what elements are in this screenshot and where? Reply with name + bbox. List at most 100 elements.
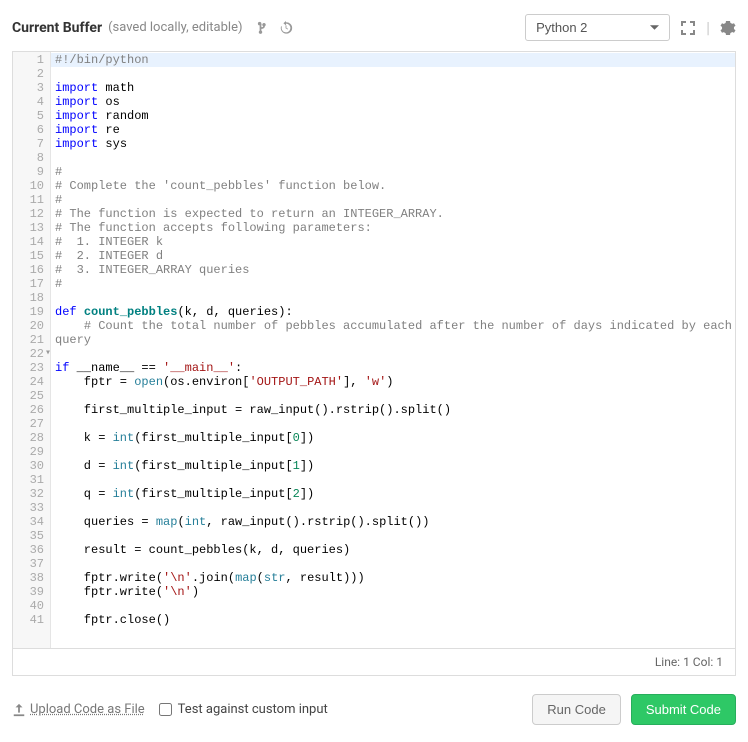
status-bar: Line: 1 Col: 1 bbox=[12, 649, 736, 676]
code-line[interactable]: # Count the total number of pebbles accu… bbox=[51, 319, 735, 347]
code-line[interactable]: #!/bin/python bbox=[51, 53, 735, 67]
branch-icon[interactable] bbox=[257, 21, 271, 35]
code-line[interactable]: # bbox=[51, 193, 735, 207]
language-select[interactable]: Python 2 bbox=[525, 14, 670, 41]
footer: Upload Code as File Test against custom … bbox=[12, 676, 736, 725]
code-line[interactable]: # bbox=[51, 165, 735, 179]
code-line[interactable]: q = int(first_multiple_input[2]) bbox=[51, 487, 735, 501]
line-number: 17 bbox=[13, 277, 50, 291]
code-line[interactable]: # The function is expected to return an … bbox=[51, 207, 735, 221]
code-line[interactable]: # 1. INTEGER k bbox=[51, 235, 735, 249]
code-line[interactable]: # bbox=[51, 277, 735, 291]
history-icon[interactable] bbox=[279, 21, 293, 35]
fullscreen-icon[interactable] bbox=[680, 20, 696, 36]
code-line[interactable] bbox=[51, 67, 735, 81]
code-line[interactable]: k = int(first_multiple_input[0]) bbox=[51, 431, 735, 445]
code-line[interactable]: if __name__ == '__main__': bbox=[51, 361, 735, 375]
custom-input-checkbox[interactable] bbox=[159, 703, 172, 716]
line-number: 31 bbox=[13, 473, 50, 487]
line-number: 7 bbox=[13, 137, 50, 151]
line-number: 41 bbox=[13, 613, 50, 627]
line-number: 22 bbox=[13, 347, 50, 361]
code-line[interactable] bbox=[51, 529, 735, 543]
line-number: 3 bbox=[13, 81, 50, 95]
code-line[interactable]: fptr.close() bbox=[51, 613, 735, 627]
line-number: 30 bbox=[13, 459, 50, 473]
code-line[interactable] bbox=[51, 599, 735, 613]
code-line[interactable] bbox=[51, 347, 735, 361]
code-line[interactable] bbox=[51, 389, 735, 403]
run-code-button[interactable]: Run Code bbox=[532, 694, 621, 725]
code-line[interactable]: result = count_pebbles(k, d, queries) bbox=[51, 543, 735, 557]
code-line[interactable] bbox=[51, 557, 735, 571]
code-line[interactable] bbox=[51, 445, 735, 459]
footer-left: Upload Code as File Test against custom … bbox=[12, 702, 328, 717]
code-area[interactable]: #!/bin/pythonimport mathimport osimport … bbox=[51, 52, 735, 648]
line-number: 39 bbox=[13, 585, 50, 599]
upload-code-link[interactable]: Upload Code as File bbox=[12, 702, 145, 717]
line-number: 1 bbox=[13, 53, 50, 67]
line-number: 32 bbox=[13, 487, 50, 501]
custom-input-checkbox-wrap[interactable]: Test against custom input bbox=[159, 702, 328, 717]
line-number: 15 bbox=[13, 249, 50, 263]
line-number: 2 bbox=[13, 67, 50, 81]
line-number: 40 bbox=[13, 599, 50, 613]
line-number: 4 bbox=[13, 95, 50, 109]
buffer-subtitle: (saved locally, editable) bbox=[108, 20, 242, 35]
code-line[interactable]: import math bbox=[51, 81, 735, 95]
line-number: 12 bbox=[13, 207, 50, 221]
footer-right: Run Code Submit Code bbox=[532, 694, 736, 725]
code-line[interactable]: first_multiple_input = raw_input().rstri… bbox=[51, 403, 735, 417]
editor-header: Current Buffer (saved locally, editable)… bbox=[12, 10, 736, 51]
code-line[interactable]: # 3. INTEGER_ARRAY queries bbox=[51, 263, 735, 277]
code-line[interactable] bbox=[51, 501, 735, 515]
buffer-title: Current Buffer bbox=[12, 20, 102, 36]
code-line[interactable] bbox=[51, 627, 735, 641]
line-number: 9 bbox=[13, 165, 50, 179]
code-line[interactable]: # 2. INTEGER d bbox=[51, 249, 735, 263]
line-number: 6 bbox=[13, 123, 50, 137]
line-number: 11 bbox=[13, 193, 50, 207]
code-line[interactable]: fptr.write('\n') bbox=[51, 585, 735, 599]
line-number: 20 bbox=[13, 319, 50, 333]
line-number: 34 bbox=[13, 515, 50, 529]
line-number: 24 bbox=[13, 375, 50, 389]
line-number: 33 bbox=[13, 501, 50, 515]
code-line[interactable]: import os bbox=[51, 95, 735, 109]
code-line[interactable] bbox=[51, 151, 735, 165]
line-number: 25 bbox=[13, 389, 50, 403]
code-line[interactable]: queries = map(int, raw_input().rstrip().… bbox=[51, 515, 735, 529]
header-left: Current Buffer (saved locally, editable) bbox=[12, 20, 293, 36]
divider: | bbox=[706, 18, 710, 37]
code-line[interactable]: def count_pebbles(k, d, queries): bbox=[51, 305, 735, 319]
line-number: 21 bbox=[13, 333, 50, 347]
line-number: 10 bbox=[13, 179, 50, 193]
code-line[interactable]: # Complete the 'count_pebbles' function … bbox=[51, 179, 735, 193]
header-right: Python 2 | bbox=[525, 14, 736, 41]
code-line[interactable]: fptr = open(os.environ['OUTPUT_PATH'], '… bbox=[51, 375, 735, 389]
editor-container: 1234567891011121314151617181920212223242… bbox=[12, 51, 736, 649]
code-line[interactable] bbox=[51, 291, 735, 305]
code-line[interactable]: import sys bbox=[51, 137, 735, 151]
code-line[interactable] bbox=[51, 417, 735, 431]
gear-icon[interactable] bbox=[720, 20, 736, 36]
submit-code-button[interactable]: Submit Code bbox=[631, 694, 736, 725]
line-number: 35 bbox=[13, 529, 50, 543]
line-number: 26 bbox=[13, 403, 50, 417]
line-number: 23 bbox=[13, 361, 50, 375]
custom-input-label: Test against custom input bbox=[178, 702, 328, 717]
code-line[interactable]: import random bbox=[51, 109, 735, 123]
line-number: 36 bbox=[13, 543, 50, 557]
line-number: 37 bbox=[13, 557, 50, 571]
line-number: 27 bbox=[13, 417, 50, 431]
line-number: 19 bbox=[13, 305, 50, 319]
code-line[interactable]: fptr.write('\n'.join(map(str, result))) bbox=[51, 571, 735, 585]
line-number: 18 bbox=[13, 291, 50, 305]
header-icons bbox=[257, 21, 293, 35]
line-number: 14 bbox=[13, 235, 50, 249]
code-line[interactable] bbox=[51, 473, 735, 487]
line-number: 28 bbox=[13, 431, 50, 445]
code-line[interactable]: import re bbox=[51, 123, 735, 137]
code-line[interactable]: d = int(first_multiple_input[1]) bbox=[51, 459, 735, 473]
code-line[interactable]: # The function accepts following paramet… bbox=[51, 221, 735, 235]
